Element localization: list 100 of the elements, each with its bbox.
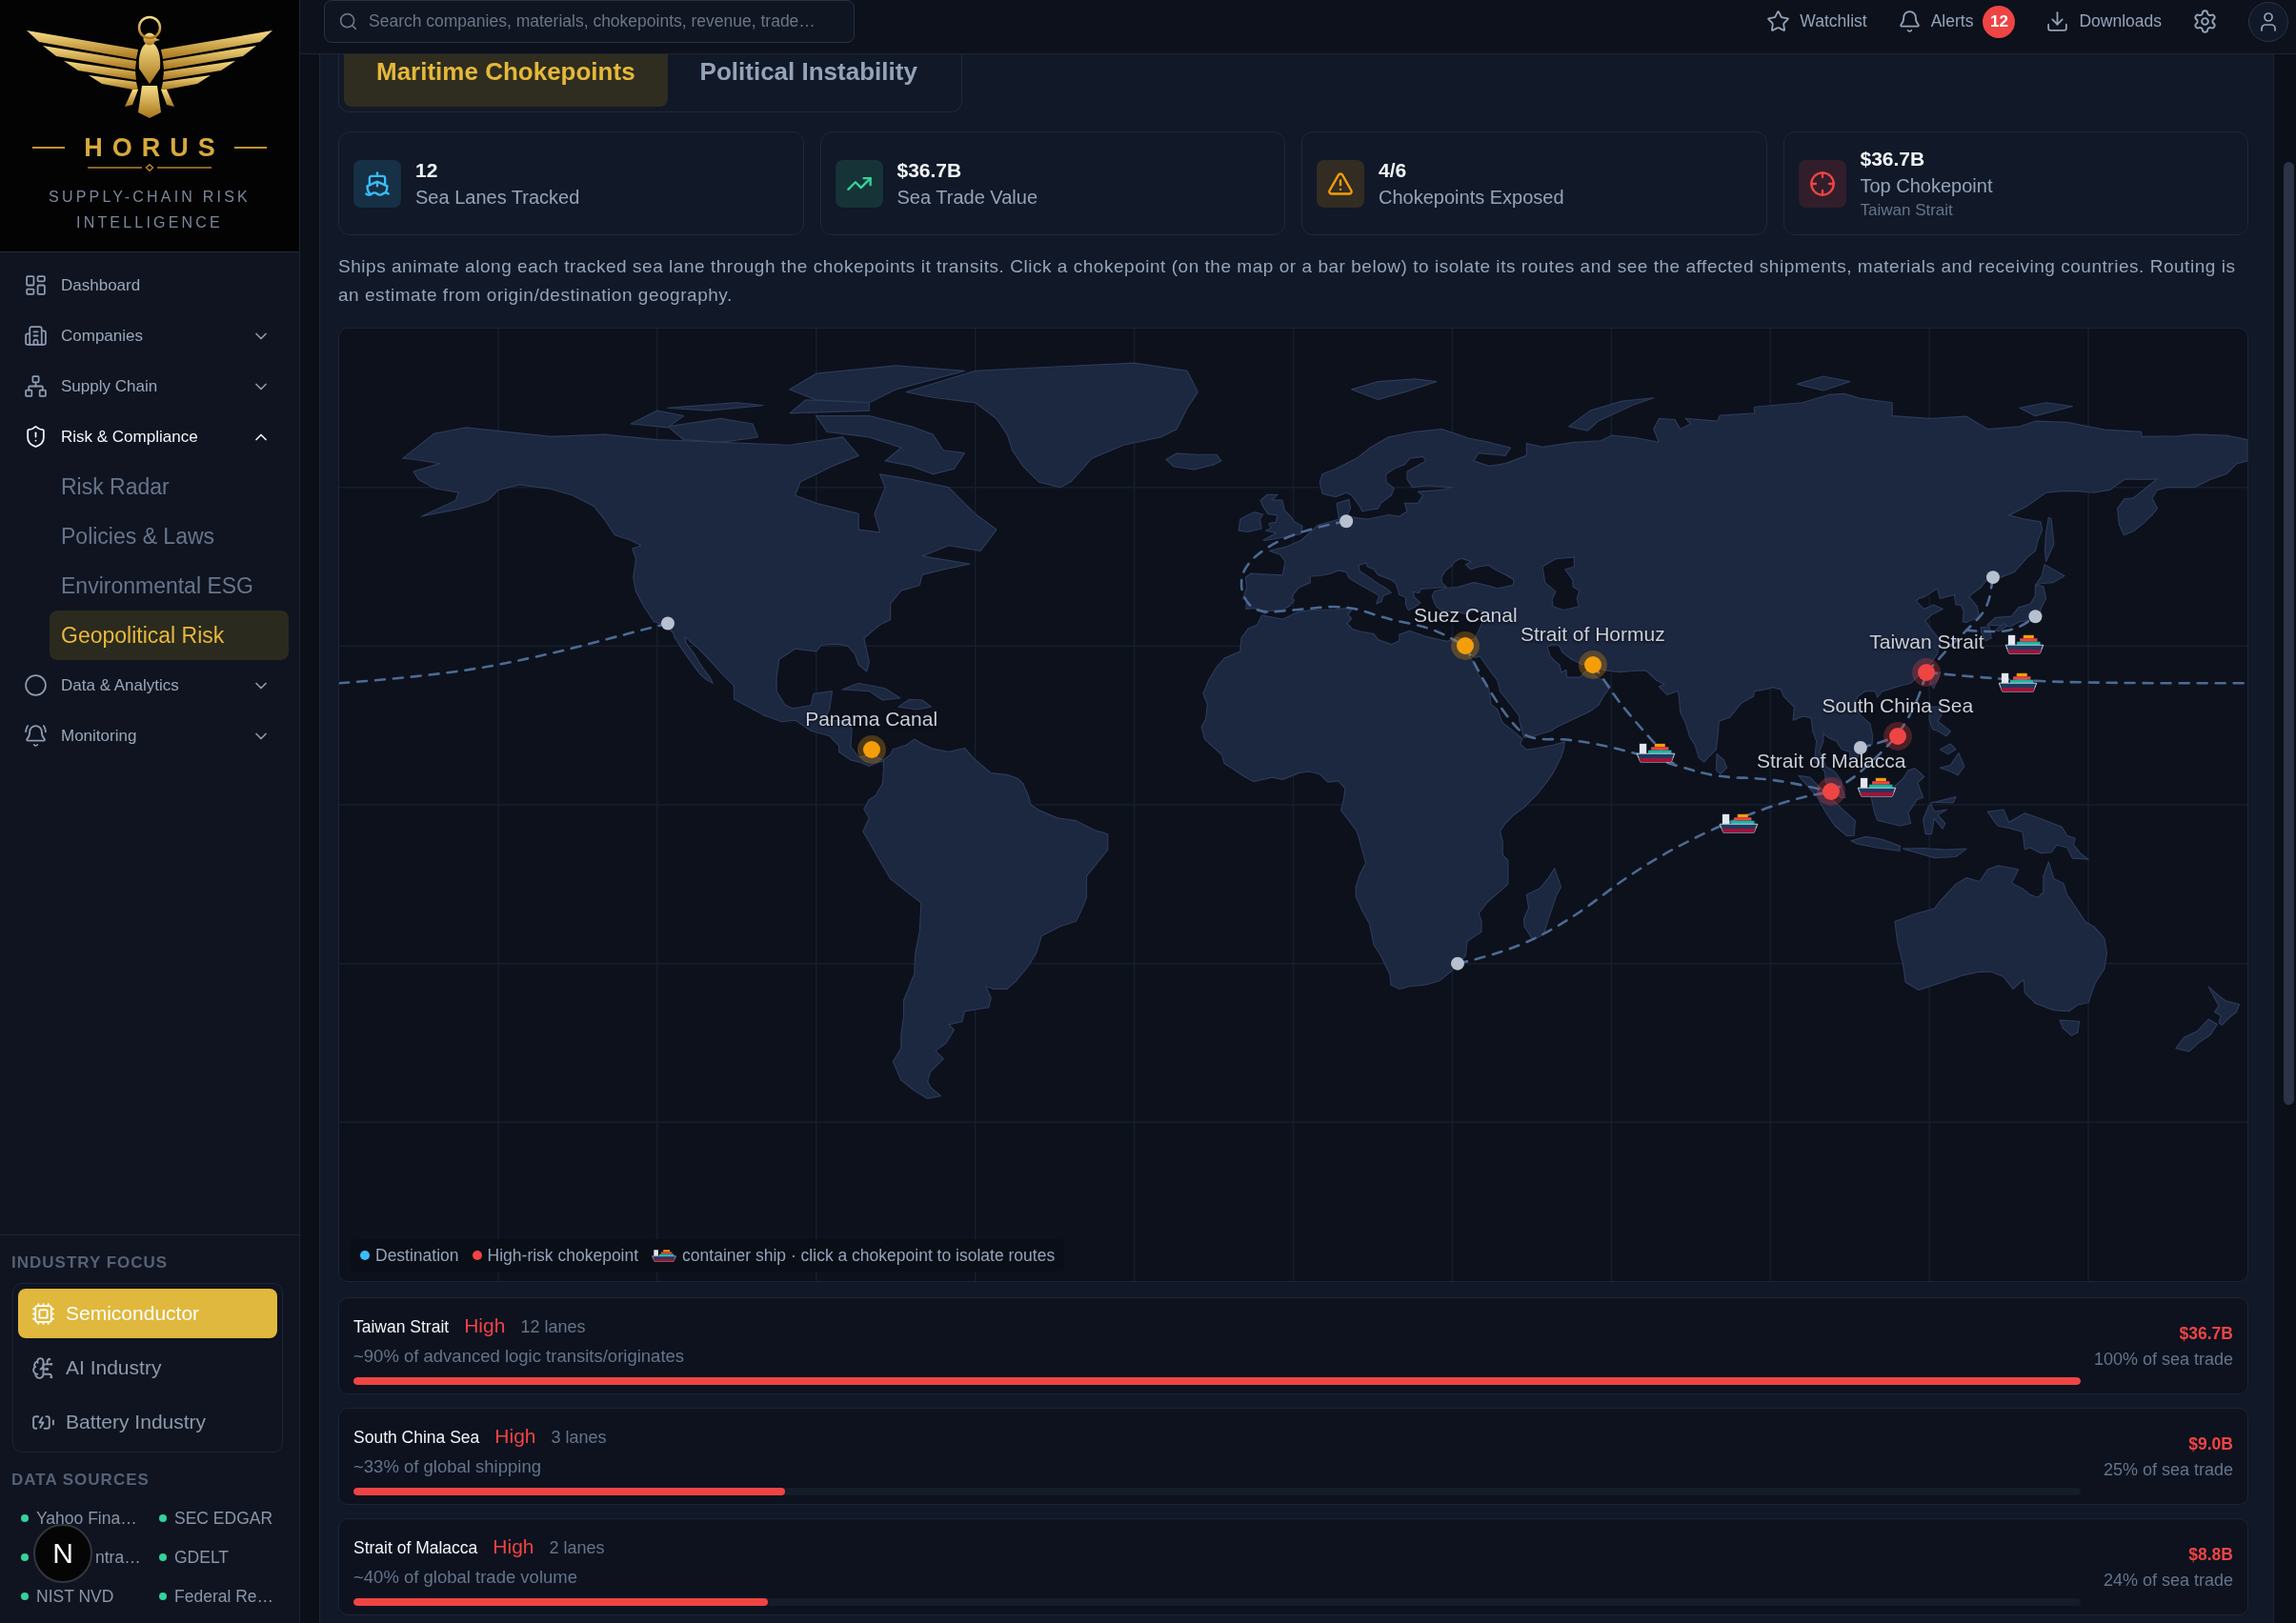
bell-ring-icon [24, 724, 48, 748]
island-shape [2044, 516, 2055, 562]
nav-subitem[interactable]: Environmental ESG [50, 561, 289, 611]
chokepoint-label: Suez Canal [1414, 604, 1518, 628]
trade-value: $36.7B [2179, 1323, 2233, 1345]
destination-dot-icon [2028, 610, 2043, 624]
stat-value: $36.7B [1860, 146, 1926, 171]
watchlist-button[interactable]: Watchlist [1766, 10, 1867, 33]
legend-label: Destination [375, 1245, 459, 1267]
chip-icon [31, 1301, 55, 1326]
settings-icon [2192, 9, 2218, 34]
stat-label: Top Chokepoint [1860, 173, 1993, 198]
chokepoint-marker-icon[interactable] [1918, 664, 1936, 682]
chokepoint-label: Panama Canal [805, 708, 938, 731]
stat-label: Sea Lanes Tracked [415, 185, 580, 210]
download-icon [2045, 10, 2070, 33]
chokepoint-note: ~90% of advanced logic transits/originates [353, 1345, 686, 1368]
chokepoint-marker-icon[interactable] [862, 741, 880, 759]
trade-value: $8.8B [2188, 1544, 2233, 1566]
bell-icon [1897, 10, 1922, 33]
island-shape [2059, 1019, 2081, 1036]
star-icon [1766, 10, 1791, 33]
downloads-button[interactable]: Downloads [2045, 10, 2162, 33]
risk-level-label: High [464, 1314, 506, 1337]
industry-option[interactable]: AI Industry [18, 1343, 277, 1393]
tab[interactable]: Political Instability [667, 54, 950, 107]
data-source-label: GDELT [174, 1546, 230, 1568]
network-icon [24, 374, 48, 398]
container-ship-icon [1856, 775, 1897, 797]
building-icon [24, 324, 48, 348]
nav-subitem[interactable]: Policies & Laws [50, 511, 289, 561]
lane-count: 3 lanes [551, 1427, 607, 1449]
settings-button[interactable] [2192, 9, 2218, 34]
chokepoint-note: ~40% of global trade volume [353, 1566, 578, 1589]
sea-trade-share: 25% of sea trade [2103, 1459, 2233, 1481]
chokepoint-marker-icon[interactable] [1823, 783, 1841, 801]
lane-count: 12 lanes [520, 1316, 586, 1338]
data-source-label: ntra… [95, 1546, 141, 1568]
chokepoint-label: South China Sea [1822, 693, 1974, 717]
section-heading: DATA SOURCES [10, 1470, 151, 1491]
status-dot-icon [21, 1592, 29, 1600]
status-dot-icon [21, 1553, 29, 1561]
destination-dot-icon [1451, 956, 1464, 971]
destination-dot-icon [1985, 571, 2000, 585]
layout-grid-icon [24, 273, 48, 297]
nav-item[interactable]: Risk & Compliance [0, 411, 299, 462]
nav-item[interactable]: Companies [0, 311, 299, 361]
data-source-label: Federal Re… [174, 1585, 274, 1607]
nav-subitem[interactable]: Geopolitical Risk [50, 611, 289, 660]
industry-option[interactable]: Battery Industry [18, 1397, 277, 1447]
nav-item[interactable]: Data & Analytics [0, 660, 299, 711]
chokepoint-name: South China Sea [353, 1427, 480, 1449]
logo-tagline: SUPPLY-CHAIN RISK INTELLIGENCE [48, 188, 252, 232]
brain-circuit-icon [31, 1355, 55, 1380]
stat-value: 12 [415, 157, 439, 183]
user-avatar-button[interactable] [2248, 1, 2288, 42]
destination-dot-icon [660, 616, 675, 631]
legend-label: High-risk chokepoint [487, 1245, 639, 1267]
search-icon [338, 11, 358, 31]
chokepoint-row[interactable]: Taiwan Strait High 12 lanes ~90% of advanced logic transits/originates $36.7B 100% of sea trade [338, 1297, 2248, 1394]
chokepoint-row[interactable]: South China Sea High 3 lanes ~33% of global shipping $9.0B 25% of sea trade [338, 1408, 2248, 1505]
destination-dot-icon [1339, 514, 1354, 529]
chokepoint-marker-icon[interactable] [1583, 655, 1601, 673]
chokepoint-name: Strait of Malacca [353, 1537, 478, 1559]
island-shape [1902, 847, 1967, 859]
chokepoint-label: Strait of Malacca [1757, 750, 1906, 773]
status-dot-icon [159, 1513, 167, 1522]
stat-value: $36.7B [896, 157, 963, 183]
destination-dot-icon [1853, 741, 1867, 754]
map-description: Ships animate along each tracked sea lane through the chokepoints it transits. Click a chokepoint (on the map or a bar below) to isolate its routes and see the affected shipments, materials and receiving countries. Routing is an estimate from origin/destination geography. [338, 255, 2237, 307]
chokepoint-marker-icon[interactable] [1457, 637, 1475, 655]
sea-trade-share: 24% of sea trade [2103, 1570, 2233, 1592]
chokepoint-row[interactable]: Strait of Malacca High 2 lanes ~40% of global trade volume $8.8B 24% of sea trade [338, 1518, 2248, 1615]
alerts-button[interactable]: Alerts [1897, 10, 1974, 33]
stat-label: Sea Trade Value [896, 185, 1037, 210]
chokepoint-marker-icon[interactable] [1888, 727, 1906, 745]
risk-level-label: High [493, 1535, 534, 1558]
container-ship-icon [2004, 632, 2045, 654]
trade-value: $9.0B [2188, 1433, 2233, 1455]
data-source-label: SEC EDGAR [174, 1507, 273, 1529]
eagle-logo-icon [26, 13, 273, 120]
nav-subitem[interactable]: Risk Radar [50, 462, 289, 511]
container-ship-icon [652, 1249, 677, 1262]
scrollbar-thumb[interactable] [2284, 162, 2294, 1105]
logo-wordmark: HORUS [83, 133, 225, 162]
nav-item[interactable]: Dashboard [0, 260, 299, 311]
tab[interactable]: Maritime Chokepoints [344, 54, 668, 107]
chokepoint-note: ~33% of global shipping [353, 1455, 542, 1478]
stat-label: Chokepoints Exposed [1379, 185, 1564, 210]
chokepoint-label: Strait of Hormuz [1521, 622, 1665, 646]
search-field[interactable]: Search companies, materials, chokepoints, revenue, trade… [324, 0, 855, 43]
risk-level-label: High [494, 1425, 536, 1448]
section-heading: INDUSTRY FOCUS [10, 1252, 170, 1273]
status-dot-icon [21, 1513, 29, 1522]
nav-item[interactable]: Monitoring [0, 711, 299, 761]
lane-count: 2 lanes [549, 1537, 605, 1559]
circle-icon [24, 673, 48, 697]
shield-alert-icon [24, 425, 48, 449]
nav-item[interactable]: Supply Chain [0, 361, 299, 411]
status-dot-icon [159, 1592, 167, 1600]
